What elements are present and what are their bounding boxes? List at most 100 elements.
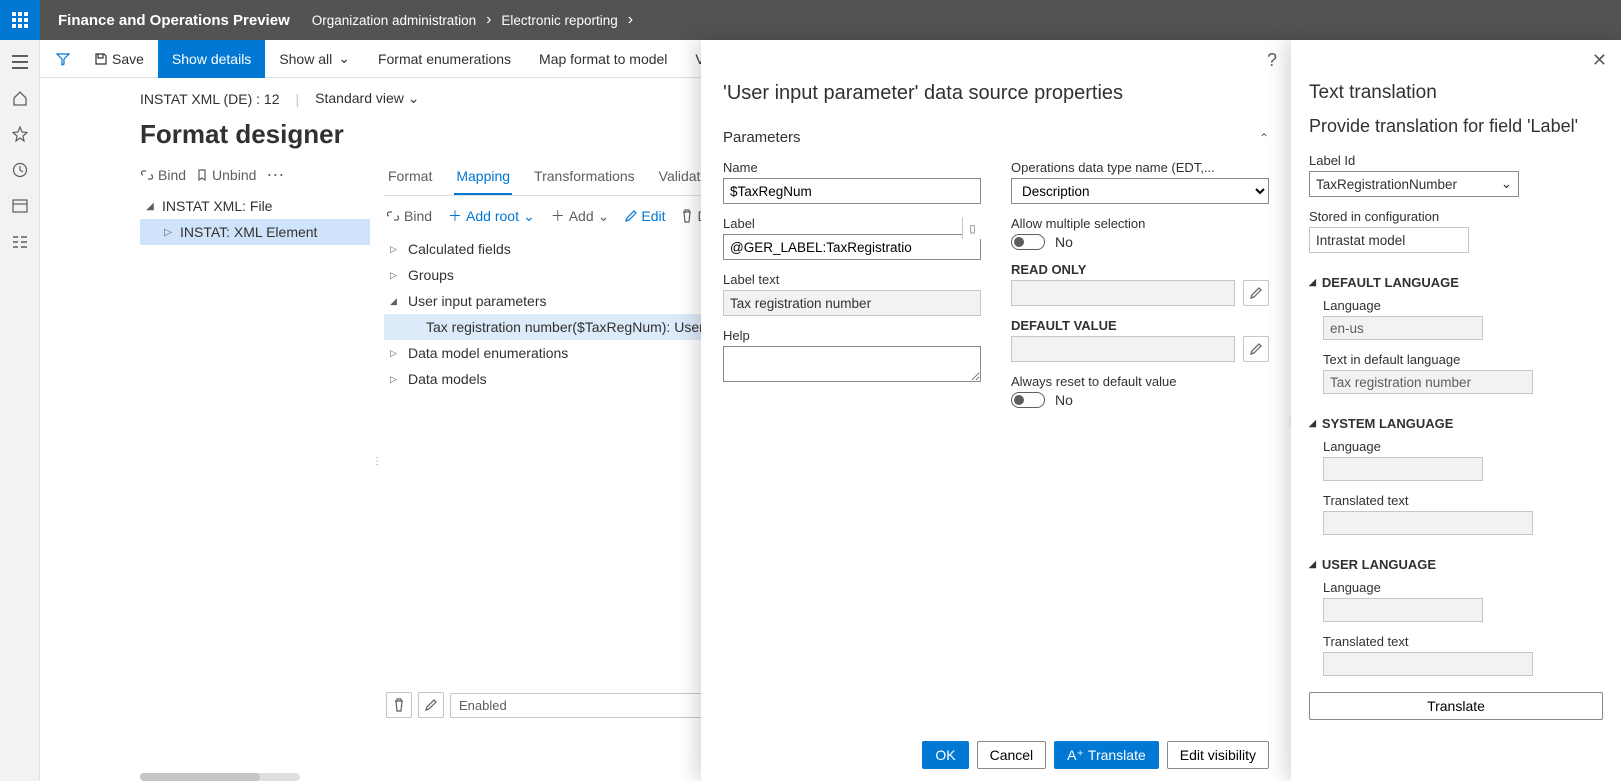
user-language-section[interactable]: ◢ USER LANGUAGE (1309, 547, 1603, 580)
doc-name[interactable]: INSTAT XML (DE) : 12 (140, 91, 280, 107)
workspace-icon[interactable] (0, 188, 40, 224)
breadcrumb-item[interactable]: Organization administration (308, 13, 480, 28)
unbind-button[interactable]: Unbind (196, 167, 256, 183)
toggle-value: No (1055, 392, 1073, 408)
always-reset-toggle[interactable] (1011, 392, 1045, 408)
format-enums-label: Format enumerations (378, 51, 511, 67)
edt-select[interactable]: Description (1011, 178, 1269, 204)
app-launcher-icon[interactable] (0, 0, 40, 40)
chevron-right-icon: › (480, 11, 497, 29)
edit-default-button[interactable] (1243, 336, 1269, 362)
save-label: Save (112, 51, 144, 67)
tree-label: INSTAT: XML Element (180, 224, 317, 240)
add-root-label: Add root (466, 208, 519, 224)
chevron-down-icon: ⌄ (408, 90, 420, 106)
bind-label: Bind (158, 167, 186, 183)
stored-in-field: Stored in configuration Intrastat model (1309, 209, 1603, 253)
format-tree: ◢INSTAT XML: File ▷INSTAT: XML Element (140, 193, 370, 245)
modules-icon[interactable] (0, 224, 40, 260)
close-icon[interactable]: ✕ (1592, 50, 1607, 71)
translate-button[interactable]: A⁺Translate (1054, 741, 1159, 769)
bind-button[interactable]: Bind (386, 208, 432, 224)
map-format-button[interactable]: Map format to model (525, 40, 681, 78)
field-label: Label (723, 216, 981, 231)
default-language-section[interactable]: ◢DEFAULT LANGUAGE (1309, 265, 1603, 298)
label-text-field: Label text Tax registration number (723, 272, 981, 316)
chevron-down-icon: ⌄ (1501, 176, 1512, 192)
vertical-splitter[interactable]: ⫶ (370, 160, 384, 765)
tree-row[interactable]: ◢INSTAT XML: File (140, 193, 370, 219)
add-button[interactable]: ＋Add⌄ (551, 206, 610, 226)
tree-label: User input parameters (408, 293, 547, 309)
more-button[interactable]: ··· (266, 164, 284, 185)
label-text-readonly: Tax registration number (723, 290, 981, 316)
edit-visibility-button[interactable]: Edit visibility (1167, 741, 1269, 769)
label-picker-icon[interactable]: ▯ (962, 217, 982, 239)
field-label: Name (723, 160, 981, 175)
caret-icon: ◢ (390, 296, 400, 307)
tree-label: Tax registration number($TaxRegNum): Use… (426, 319, 704, 335)
show-details-label: Show details (172, 51, 251, 67)
delete-icon-button[interactable] (386, 692, 412, 718)
system-language-field: Language (1323, 439, 1603, 481)
tab-mapping[interactable]: Mapping (454, 160, 512, 195)
filter-icon[interactable] (46, 40, 80, 78)
stored-in-readonly: Intrastat model (1309, 227, 1469, 253)
home-icon[interactable] (0, 80, 40, 116)
chevron-down-icon: ⌄ (338, 50, 350, 67)
edit-readonly-button[interactable] (1243, 280, 1269, 306)
translate-button[interactable]: Translate (1309, 692, 1603, 720)
tab-transformations[interactable]: Transformations (532, 160, 637, 195)
name-input[interactable] (723, 178, 981, 204)
label-id-value: TaxRegistrationNumber (1316, 177, 1457, 192)
label-input[interactable] (723, 234, 981, 260)
flyout-splitter[interactable]: ⫶ (1287, 411, 1293, 435)
hamburger-icon[interactable] (0, 44, 40, 80)
allow-multi-toggle[interactable] (1011, 234, 1045, 250)
system-translated-readonly (1323, 511, 1533, 535)
star-icon[interactable] (0, 116, 40, 152)
bind-button[interactable]: Bind (140, 167, 186, 183)
breadcrumb-item[interactable]: Electronic reporting (497, 13, 621, 28)
recent-icon[interactable] (0, 152, 40, 188)
tree-row[interactable]: ▷INSTAT: XML Element (140, 219, 370, 245)
field-label: Allow multiple selection (1011, 216, 1269, 231)
view-selector[interactable]: Standard view ⌄ (315, 90, 419, 107)
ok-button[interactable]: OK (922, 741, 968, 769)
section-label: USER LANGUAGE (1322, 557, 1436, 572)
system-language-section[interactable]: ◢SYSTEM LANGUAGE (1309, 406, 1603, 439)
help-icon[interactable]: ? (1267, 50, 1277, 71)
show-details-button[interactable]: Show details (158, 40, 265, 78)
user-translated-readonly (1323, 652, 1533, 676)
format-enumerations-button[interactable]: Format enumerations (364, 40, 525, 78)
default-value-field: DEFAULT VALUE (1011, 318, 1269, 362)
horizontal-scrollbar[interactable] (140, 773, 300, 781)
caret-icon: ◢ (1309, 559, 1316, 570)
tree-label: INSTAT XML: File (162, 198, 272, 214)
parameters-section-header[interactable]: Parameters ⌃ (723, 123, 1269, 160)
tree-toolbar: Bind Unbind ··· (140, 160, 370, 193)
help-input[interactable] (723, 346, 981, 382)
toggle-value: No (1055, 234, 1073, 250)
label-id-select[interactable]: TaxRegistrationNumber ⌄ (1309, 171, 1519, 197)
label-id-field: Label Id TaxRegistrationNumber⌄ (1309, 153, 1603, 197)
translate-label: Translate (1427, 698, 1485, 714)
app-header: Finance and Operations Preview Organizat… (0, 0, 1621, 40)
tree-label: Data models (408, 371, 487, 387)
system-language-readonly (1323, 457, 1483, 481)
save-button[interactable]: Save (80, 40, 158, 78)
edit-button[interactable]: Edit (625, 208, 665, 224)
user-language-field: Language (1323, 580, 1603, 622)
caret-icon: ▷ (390, 270, 400, 281)
plus-icon: ＋ (448, 206, 462, 226)
tab-format[interactable]: Format (386, 160, 434, 195)
add-root-button[interactable]: ＋Add root⌄ (448, 206, 535, 226)
edit-icon-button[interactable] (418, 692, 444, 718)
show-all-button[interactable]: Show all⌄ (265, 40, 364, 78)
field-label: DEFAULT VALUE (1011, 318, 1269, 333)
translation-title: Text translation (1309, 54, 1603, 116)
field-label: Operations data type name (EDT,... (1011, 160, 1269, 175)
cancel-button[interactable]: Cancel (977, 741, 1047, 769)
section-label: DEFAULT LANGUAGE (1322, 275, 1459, 290)
text-default-field: Text in default language Tax registratio… (1323, 352, 1603, 394)
